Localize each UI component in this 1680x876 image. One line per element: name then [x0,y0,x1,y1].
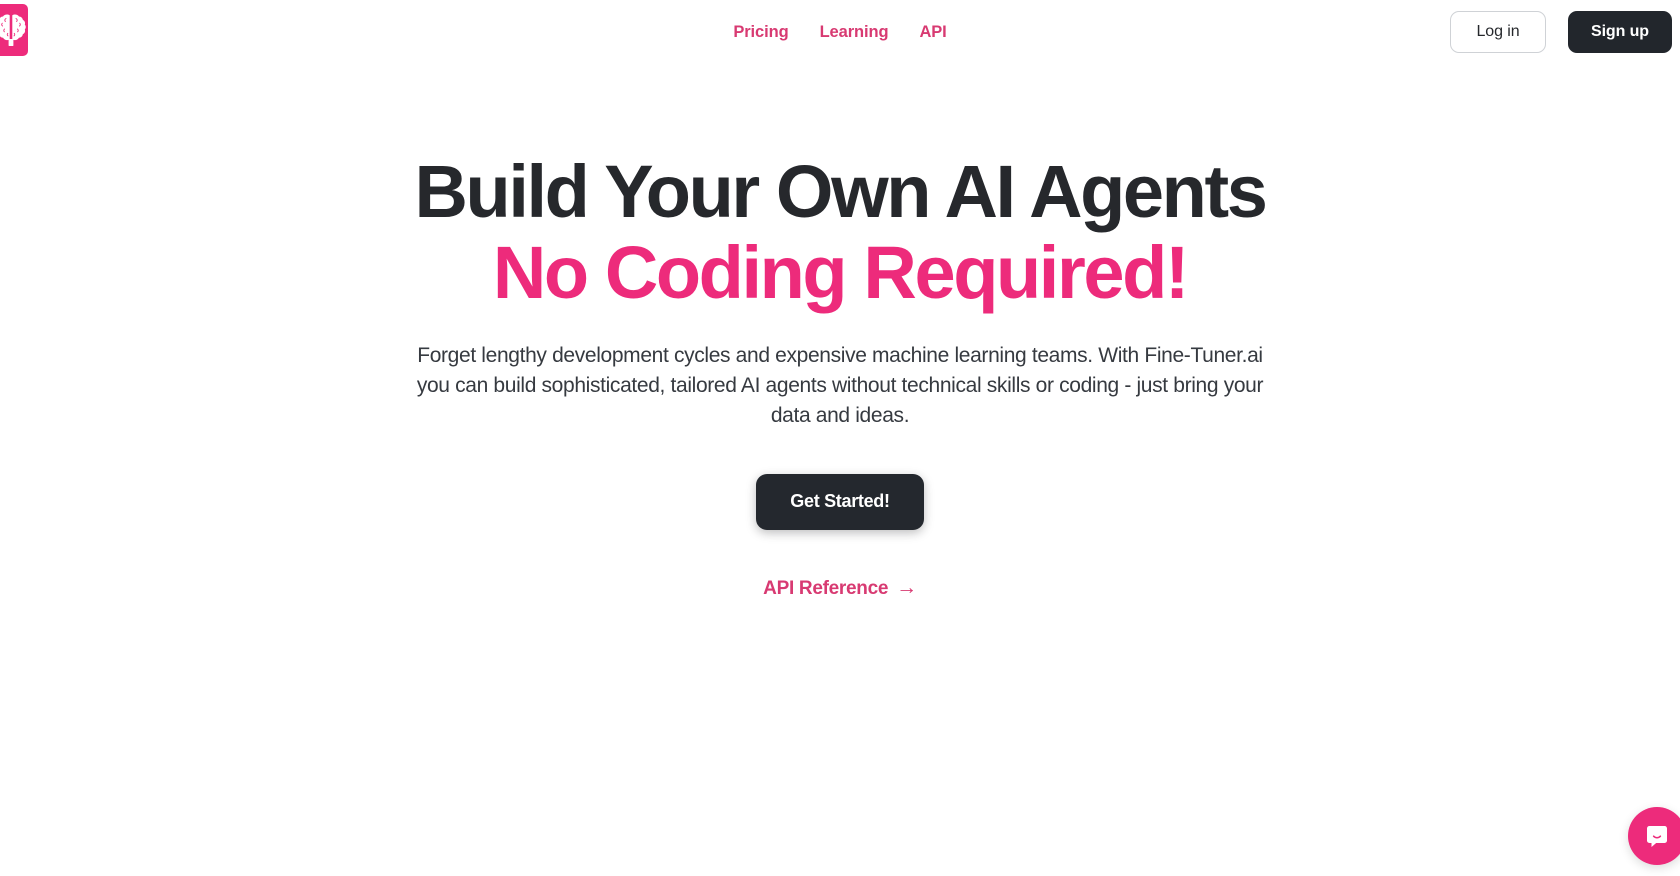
page-title: Build Your Own AI Agents No Coding Requi… [0,64,1680,312]
api-reference-label: API Reference [763,577,889,599]
chat-launcher-button[interactable] [1628,807,1680,865]
nav-link-api[interactable]: API [919,24,946,41]
nav-link-pricing[interactable]: Pricing [733,24,788,41]
site-header: Pricing Learning API Log in Sign up [0,0,1680,64]
chat-bubble-icon [1644,823,1670,849]
hero-section: Build Your Own AI Agents No Coding Requi… [0,64,1680,600]
get-started-button[interactable]: Get Started! [756,473,924,530]
hero-title-line-2: No Coding Required! [492,230,1190,314]
header-actions: Log in Sign up [1450,11,1672,53]
main-navigation: Pricing Learning API [0,0,1680,64]
api-reference-link[interactable]: API Reference → [763,576,917,600]
arrow-right-icon: → [896,576,917,600]
signup-button[interactable]: Sign up [1568,11,1672,53]
hero-title-line-1: Build Your Own AI Agents [414,150,1268,233]
api-reference-container: API Reference → [0,576,1680,600]
nav-link-learning[interactable]: Learning [820,24,889,41]
hero-subtitle: Forget lengthy development cycles and ex… [416,343,1264,428]
cta-container: Get Started! [0,473,1680,530]
login-button[interactable]: Log in [1450,11,1546,53]
